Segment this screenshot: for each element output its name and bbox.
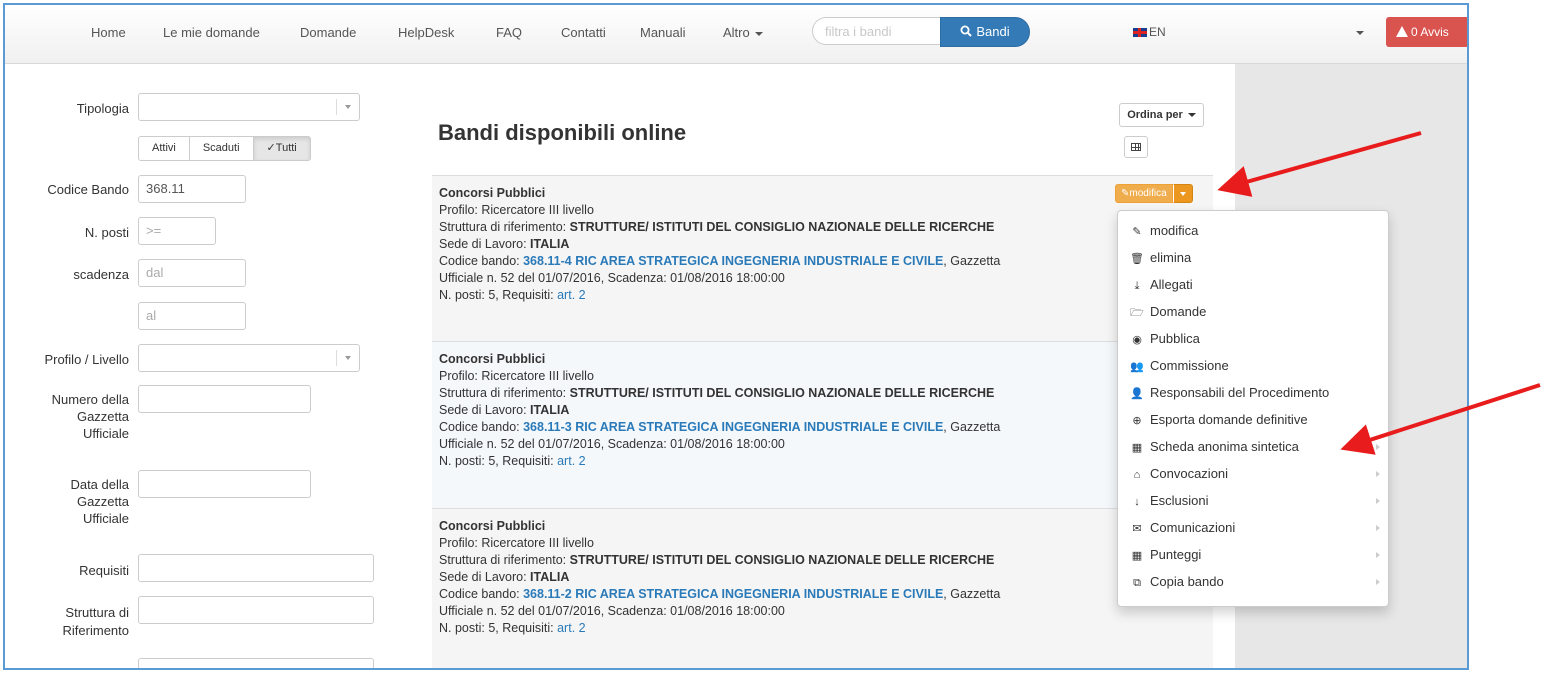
annotation-arrow-1	[1217, 131, 1422, 197]
annotation-arrow-2	[1340, 383, 1541, 455]
annotation-arrows	[1217, 131, 1541, 455]
